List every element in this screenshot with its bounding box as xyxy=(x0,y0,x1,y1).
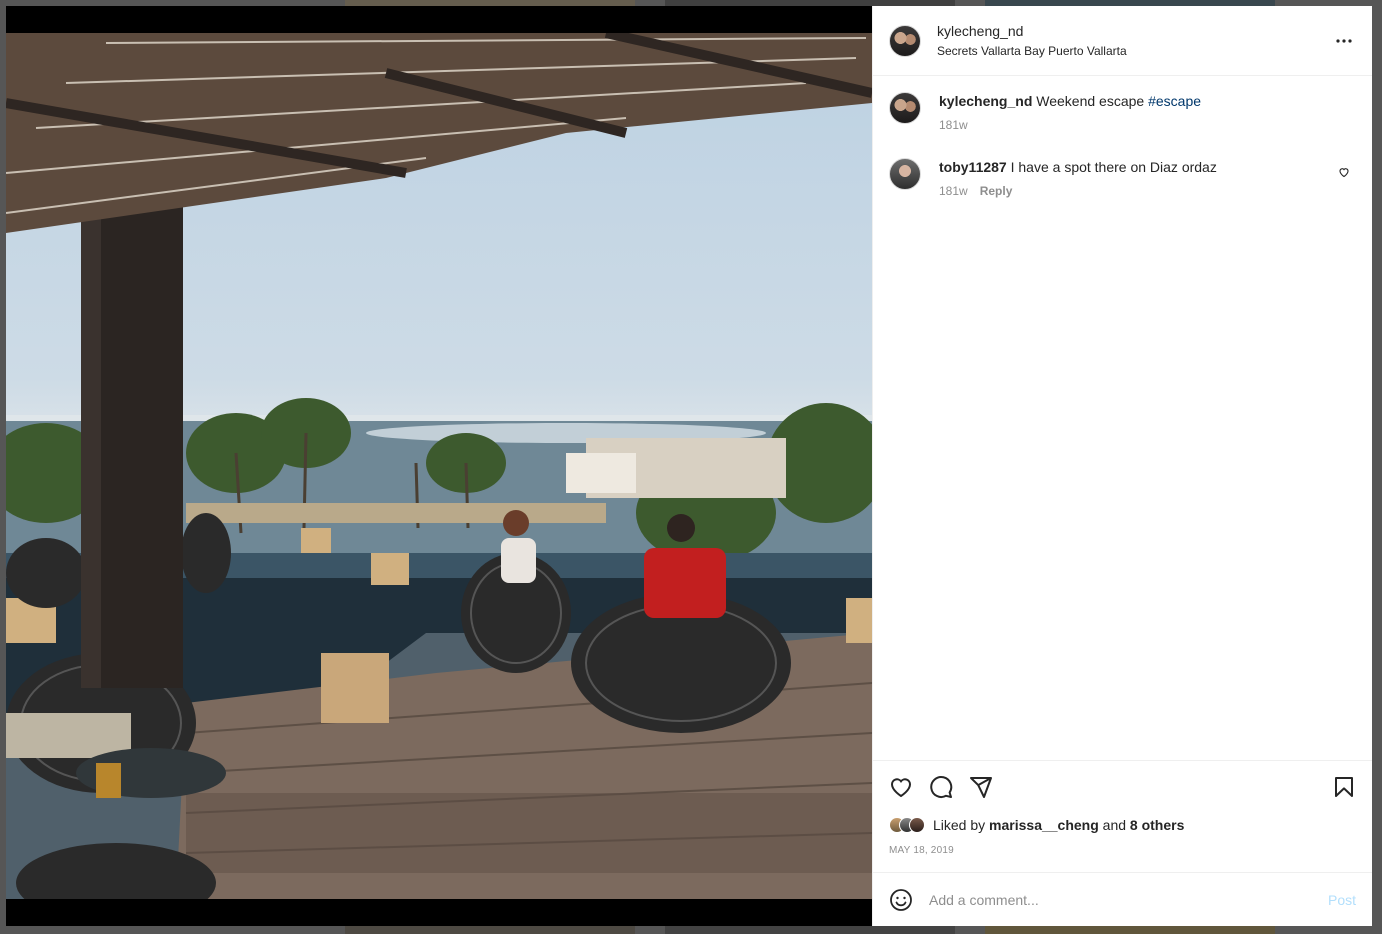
comment-icon xyxy=(930,776,953,798)
heart-icon xyxy=(890,778,912,798)
commenter-avatar[interactable] xyxy=(889,158,921,190)
comments-list[interactable]: kylecheng_nd Weekend escape #escape 181w… xyxy=(873,76,1372,760)
post-header: kylecheng_nd Secrets Vallarta Bay Puerto… xyxy=(873,6,1372,76)
save-button[interactable] xyxy=(1316,767,1356,807)
post-photo[interactable] xyxy=(6,33,872,899)
caption-text: Weekend escape xyxy=(1036,93,1145,109)
reply-button[interactable]: Reply xyxy=(980,184,1013,198)
comment-text: I have a spot there on Diaz ordaz xyxy=(1010,159,1217,175)
post-modal: kylecheng_nd Secrets Vallarta Bay Puerto… xyxy=(6,6,1372,926)
liker-avatars xyxy=(889,817,925,833)
more-horizontal-icon xyxy=(1336,38,1352,43)
post-media[interactable] xyxy=(6,6,872,926)
post-location[interactable]: Secrets Vallarta Bay Puerto Vallarta xyxy=(937,44,1332,58)
post-actions-area: Liked by marissa__cheng and 8 others MAY… xyxy=(873,760,1372,872)
author-info: kylecheng_nd Secrets Vallarta Bay Puerto… xyxy=(937,23,1332,58)
likes-conj: and xyxy=(1102,817,1127,833)
more-options-button[interactable] xyxy=(1332,29,1356,53)
author-avatar[interactable] xyxy=(889,24,921,57)
comment-like-heart-icon[interactable] xyxy=(1338,166,1350,178)
post-date[interactable]: MAY 18, 2019 xyxy=(889,845,1356,856)
share-button[interactable] xyxy=(969,767,1009,807)
emoji-icon[interactable] xyxy=(889,888,913,912)
resort-pool-photo xyxy=(6,33,872,899)
comment-username[interactable]: toby11287 xyxy=(939,159,1007,175)
caption-avatar[interactable] xyxy=(889,92,921,124)
action-bar xyxy=(889,761,1356,813)
comment-composer: Post xyxy=(873,872,1372,926)
caption-hashtag-link[interactable]: #escape xyxy=(1148,93,1201,109)
caption-username[interactable]: kylecheng_nd xyxy=(939,93,1032,109)
share-icon xyxy=(970,777,992,798)
likes-others-link[interactable]: 8 others xyxy=(1130,817,1184,833)
comment-button[interactable] xyxy=(929,767,969,807)
post-sidebar: kylecheng_nd Secrets Vallarta Bay Puerto… xyxy=(872,6,1372,926)
comment-input[interactable] xyxy=(929,891,1328,908)
liker-avatar[interactable] xyxy=(909,817,925,833)
post-comment-button[interactable]: Post xyxy=(1328,892,1356,908)
caption-timestamp[interactable]: 181w xyxy=(939,118,968,132)
caption: kylecheng_nd Weekend escape #escape 181w xyxy=(889,92,1356,132)
like-button[interactable] xyxy=(889,767,929,807)
likes-summary: Liked by marissa__cheng and 8 others xyxy=(889,813,1356,837)
author-username[interactable]: kylecheng_nd xyxy=(937,23,1332,39)
bookmark-icon xyxy=(1335,777,1353,797)
comment-timestamp[interactable]: 181w xyxy=(939,184,968,198)
comment-item: toby11287 I have a spot there on Diaz or… xyxy=(889,158,1356,198)
likes-prefix: Liked by xyxy=(933,817,986,833)
liker-username[interactable]: marissa__cheng xyxy=(989,817,1099,833)
